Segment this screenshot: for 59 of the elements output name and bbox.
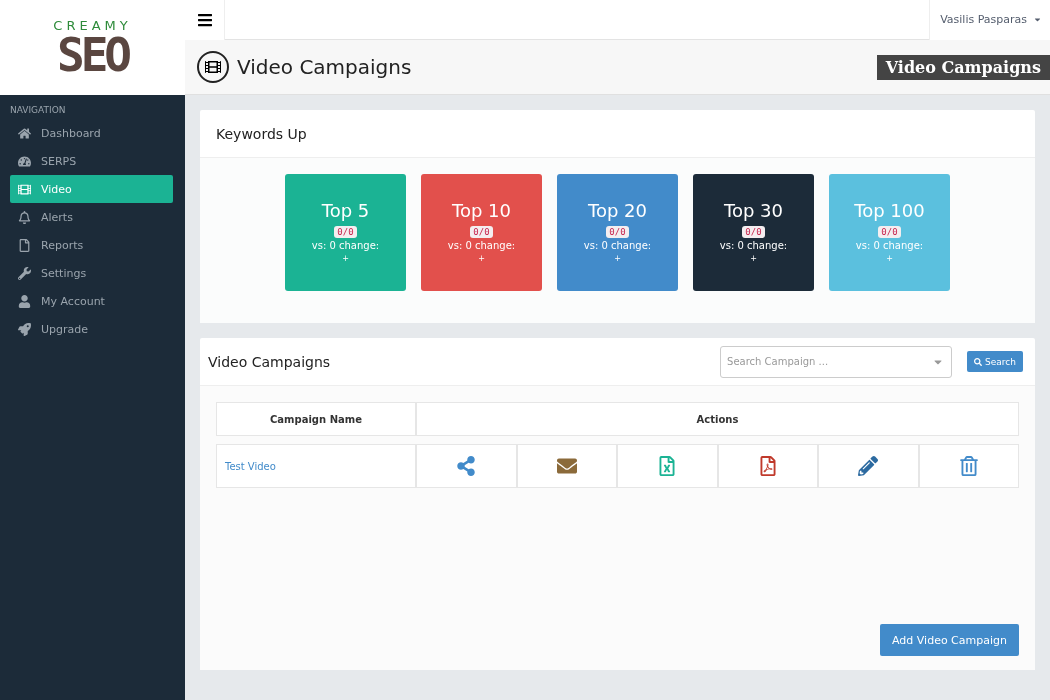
column-header: Campaign Name [216, 402, 416, 436]
change-text: vs: 0 change: [311, 240, 380, 251]
nav-heading: NAVIGATION [10, 105, 67, 115]
add-campaign-button[interactable]: Add Video Campaign [880, 624, 1019, 656]
search-icon [974, 357, 983, 366]
film-icon [197, 51, 229, 83]
film-icon [18, 182, 31, 196]
user-menu[interactable]: Vasilis Pasparas [929, 0, 1050, 40]
menu-button[interactable] [185, 0, 225, 40]
nav-item[interactable]: Settings [10, 259, 173, 287]
nav-item[interactable]: Upgrade [10, 315, 173, 343]
caret-icon [1033, 15, 1042, 24]
nav-item[interactable]: My Account [10, 287, 173, 315]
bell-icon [18, 210, 31, 224]
nav-item[interactable]: SERPS [10, 147, 173, 175]
page-banner: Video Campaigns [876, 54, 1050, 80]
panel-title: Video Campaigns [208, 353, 331, 370]
logo-text: SEO [56, 33, 129, 77]
envelope-button[interactable] [556, 456, 577, 476]
home-icon [18, 126, 31, 140]
change-mark: + [342, 254, 349, 263]
spreadsheet-file-button[interactable] [657, 456, 678, 476]
change-mark: + [614, 254, 621, 263]
change-mark: + [750, 254, 757, 263]
card-title: Top 5 [321, 200, 370, 221]
menu-icon [196, 11, 213, 28]
change-text: vs: 0 change: [583, 240, 652, 251]
gauge-icon [18, 154, 31, 168]
change-text: vs: 0 change: [447, 240, 516, 251]
change-text: vs: 0 change: [719, 240, 788, 251]
change-text: vs: 0 change: [855, 240, 924, 251]
card-title: Top 10 [452, 200, 511, 221]
count-badge: 0/0 [470, 226, 493, 238]
rocket-icon [18, 322, 31, 336]
search-button[interactable]: Search [967, 351, 1023, 372]
trash-button[interactable] [958, 456, 979, 476]
column-header: Actions [416, 402, 1019, 436]
campaign-link[interactable]: Test Video [225, 460, 276, 472]
page-title: Video Campaigns [237, 55, 412, 79]
user-icon [18, 294, 31, 308]
pencil-button[interactable] [858, 456, 879, 476]
wrench-icon [18, 266, 31, 280]
panel-title: Keywords Up [216, 125, 307, 142]
search-field[interactable]: Search Campaign ... [720, 345, 953, 378]
count-badge: 0/0 [742, 226, 765, 238]
card-title: Top 100 [854, 200, 925, 221]
change-mark: + [886, 254, 893, 263]
count-badge: 0/0 [878, 226, 901, 238]
logo-text: CREAMY [53, 18, 132, 33]
share-button[interactable] [456, 456, 477, 476]
card-title: Top 30 [724, 200, 783, 221]
nav-item[interactable]: Reports [10, 231, 173, 259]
file-icon [18, 238, 31, 252]
card-title: Top 20 [588, 200, 647, 221]
count-badge: 0/0 [606, 226, 629, 238]
nav-item[interactable]: Dashboard [10, 119, 173, 147]
change-mark: + [478, 254, 485, 263]
count-badge: 0/0 [334, 226, 357, 238]
nav-item[interactable]: Alerts [10, 203, 173, 231]
